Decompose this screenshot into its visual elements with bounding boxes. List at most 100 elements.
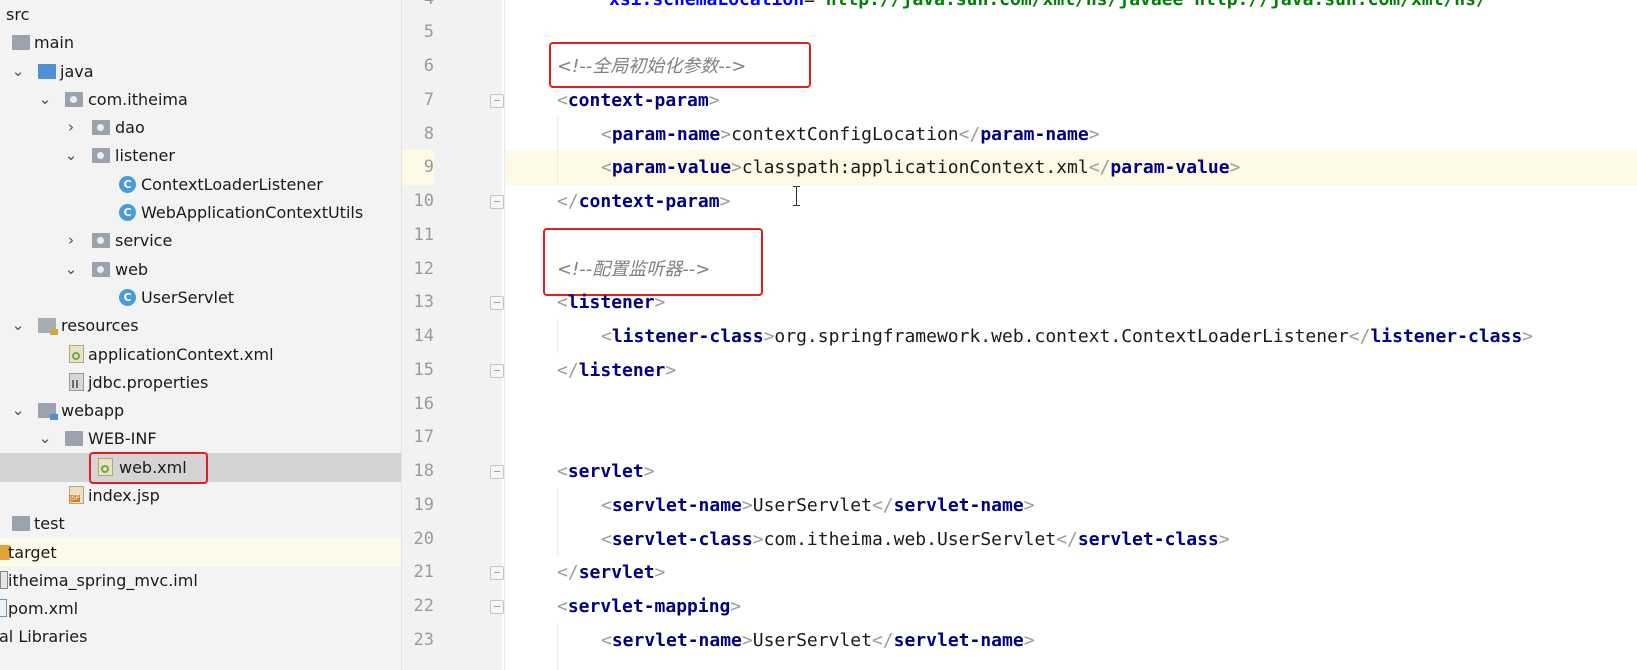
tree-item-pom-xml[interactable]: pom.xml (0, 594, 401, 623)
xml-tag: listener (567, 292, 655, 313)
xml-text: UserServlet (752, 630, 872, 651)
tree-item-label: webapp (61, 401, 125, 420)
chevron-down-icon[interactable]: ⌄ (38, 90, 52, 108)
xml-tag: context-param (567, 90, 709, 111)
maven-file-icon (0, 599, 7, 617)
tree-item-dao[interactable]: › dao (0, 113, 401, 142)
tree-item-userservlet[interactable]: C UserServlet (0, 283, 401, 312)
tree-item-main[interactable]: main (0, 28, 401, 57)
tree-item-service[interactable]: › service (0, 226, 401, 255)
xml-tag: param-name (611, 124, 721, 145)
chevron-right-icon[interactable]: › (64, 231, 78, 249)
line-number: 16 (413, 394, 434, 414)
tree-item-web-inf[interactable]: ⌄ WEB-INF (0, 424, 401, 453)
tree-item-index-jsp[interactable]: index.jsp (0, 481, 401, 510)
tree-item-webapp[interactable]: ⌄ webapp (0, 396, 401, 425)
iml-file-icon (0, 571, 8, 589)
tree-item-resources[interactable]: ⌄ resources (0, 311, 401, 340)
tree-item-jdbc-properties[interactable]: jdbc.properties (0, 368, 401, 397)
source-folder-icon (38, 64, 56, 79)
xml-tag: servlet-name (893, 630, 1024, 651)
xml-tag: listener-class (1370, 326, 1523, 347)
line-number: 23 (413, 630, 434, 650)
fold-marker-icon[interactable] (490, 195, 504, 209)
fold-marker-icon[interactable] (490, 364, 504, 378)
chevron-down-icon[interactable]: ⌄ (64, 260, 78, 278)
fold-marker-icon[interactable] (490, 600, 504, 614)
class-icon: C (119, 176, 136, 193)
tree-item-label: jdbc.properties (88, 373, 209, 392)
code-line-7: <context-param> (557, 90, 720, 111)
tree-item-iml[interactable]: itheima_spring_mvc.iml (0, 566, 401, 595)
tree-item-web-xml[interactable]: web.xml (0, 452, 401, 484)
tree-item-java[interactable]: ⌄ java (0, 57, 401, 86)
tree-item-label: target (8, 543, 57, 562)
chevron-down-icon[interactable]: ⌄ (11, 401, 25, 419)
chevron-down-icon[interactable]: ⌄ (11, 316, 25, 334)
xml-tag: listener-class (611, 326, 764, 347)
tree-item-label: WebApplicationContextUtils (141, 203, 364, 222)
line-number: 14 (413, 326, 434, 346)
properties-file-icon (69, 373, 84, 391)
xml-tag: servlet-class (1077, 529, 1219, 550)
xml-tag: servlet-mapping (567, 596, 731, 617)
line-number: 10 (413, 191, 434, 211)
tree-item-label: main (34, 33, 74, 52)
line-number: 9 (402, 150, 434, 185)
tree-item-label: UserServlet (141, 288, 235, 307)
chevron-down-icon[interactable]: ⌄ (11, 62, 25, 80)
chevron-down-icon[interactable]: ⌄ (64, 146, 78, 164)
tree-item-web[interactable]: ⌄ web (0, 255, 401, 284)
tree-item-target[interactable]: target (0, 538, 401, 567)
tree-item-contextloaderlistener[interactable]: C ContextLoaderListener (0, 170, 401, 199)
jsp-file-icon (69, 486, 84, 504)
folder-icon (12, 35, 30, 50)
code-line-9: <param-value>classpath:applicationContex… (601, 157, 1241, 178)
tree-item-label: src (6, 5, 30, 24)
fold-marker-icon[interactable] (490, 296, 504, 310)
fold-marker-icon[interactable] (490, 465, 504, 479)
tree-item-label: index.jsp (88, 486, 160, 505)
tree-item-label: dao (115, 118, 145, 137)
tree-item-listener[interactable]: ⌄ listener (0, 141, 401, 170)
xml-text: classpath:applicationContext.xml (741, 157, 1089, 178)
tree-item-label: com.itheima (88, 90, 188, 109)
highlight-box (89, 452, 208, 484)
code-line-14: <listener-class>org.springframework.web.… (601, 326, 1534, 347)
tree-item-applicationcontext-xml[interactable]: applicationContext.xml (0, 340, 401, 369)
code-line-22: <servlet-mapping> (557, 596, 742, 617)
chevron-right-icon[interactable]: › (64, 118, 78, 136)
line-number: 8 (423, 124, 434, 144)
tree-item-label: java (60, 62, 94, 81)
tree-item-label: web (115, 260, 149, 279)
code-line-4: xsi:schemaLocation="http://java.sun.com/… (609, 0, 1487, 17)
tree-item-webapplicationcontextutils[interactable]: C WebApplicationContextUtils (0, 198, 401, 227)
folder-icon (65, 431, 83, 446)
highlight-box (549, 42, 811, 88)
code-line-8: <param-name>contextConfigLocation</param… (601, 124, 1100, 145)
line-number: 20 (413, 529, 434, 549)
folder-icon (12, 516, 30, 531)
resources-folder-icon (38, 318, 58, 335)
tree-item-label: WEB-INF (88, 429, 157, 448)
code-line-18: <servlet> (557, 461, 655, 482)
xml-text: contextConfigLocation (731, 124, 959, 145)
tree-item-label: listener (115, 146, 175, 165)
tree-item-com-itheima[interactable]: ⌄ com.itheima (0, 85, 401, 114)
project-tree-panel: src main ⌄ java ⌄ com.itheima › dao ⌄ li… (0, 0, 402, 670)
chevron-down-icon[interactable]: ⌄ (38, 429, 52, 447)
fold-marker-icon[interactable] (490, 566, 504, 580)
tree-item-src[interactable]: src (0, 0, 401, 29)
line-number: 19 (413, 495, 434, 515)
tree-item-external-libraries[interactable]: al Libraries (0, 622, 401, 651)
tree-item-test[interactable]: test (0, 509, 401, 538)
xml-tag: context-param (578, 191, 720, 212)
fold-marker-icon[interactable] (490, 94, 504, 108)
xml-text: UserServlet (752, 495, 872, 516)
code-line-23: <servlet-name>UserServlet</servlet-name> (601, 630, 1035, 651)
line-number: 5 (423, 22, 434, 42)
line-number: 15 (413, 360, 434, 380)
package-icon (92, 262, 110, 277)
line-number: 18 (413, 461, 434, 481)
equals-sign: = (804, 0, 815, 10)
